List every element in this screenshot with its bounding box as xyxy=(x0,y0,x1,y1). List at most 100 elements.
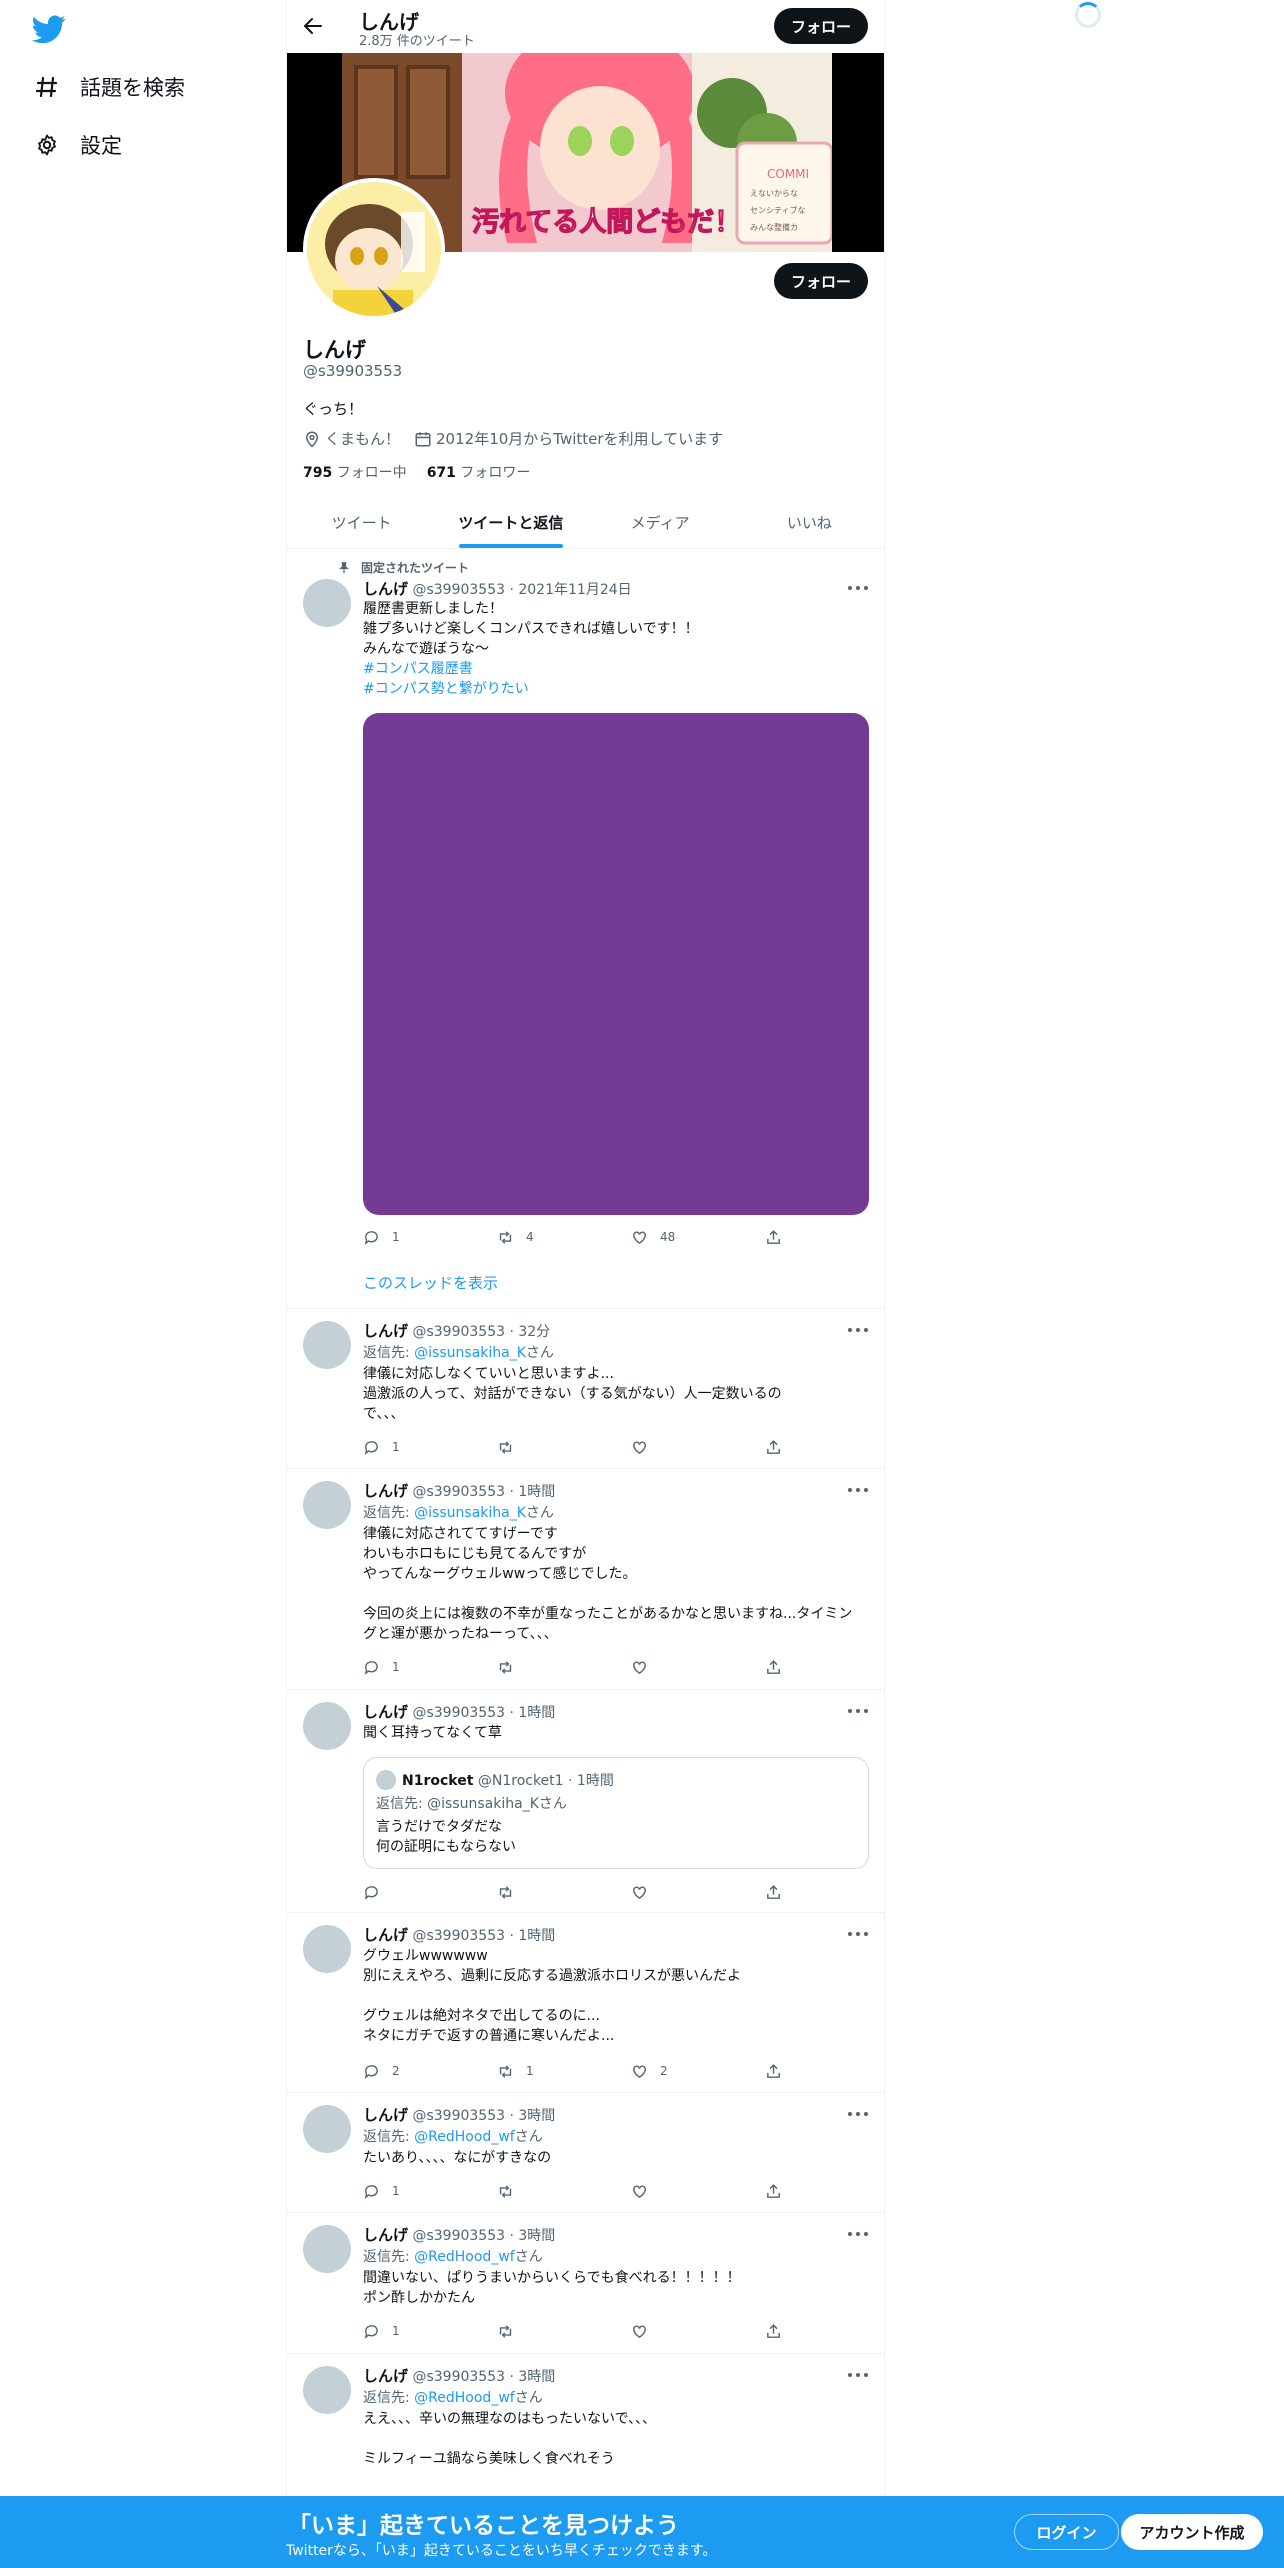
tweet-meta[interactable]: @s39903553 · 2021年11月24日 xyxy=(412,582,631,598)
share-button[interactable] xyxy=(765,1437,794,1457)
more-icon[interactable] xyxy=(848,1931,868,1937)
more-icon[interactable] xyxy=(848,1487,868,1493)
retweet-button[interactable] xyxy=(497,1882,526,1902)
reply-button[interactable]: 1 xyxy=(363,1437,400,1457)
profile-follow-button[interactable]: フォロー xyxy=(774,263,868,299)
reply-to-link[interactable]: @RedHood_wf xyxy=(414,2129,515,2145)
like-button[interactable] xyxy=(631,2321,660,2341)
reply-button[interactable]: 1 xyxy=(363,2181,400,2201)
profile-avatar[interactable] xyxy=(303,178,445,320)
tweet-avatar[interactable] xyxy=(303,2366,351,2414)
tweet-author[interactable]: しんげ xyxy=(363,1926,408,1944)
tweet-author[interactable]: しんげ xyxy=(363,1703,408,1721)
reply-to-link[interactable]: @issunsakiha_K xyxy=(414,1505,526,1521)
tweet-item[interactable]: しんげ @s39903553 · 1時間 聞く耳持ってなくて草 N1rocket… xyxy=(287,1690,884,1913)
reply-to-link[interactable]: @RedHood_wf xyxy=(414,2249,515,2265)
tweet-avatar[interactable] xyxy=(303,579,351,627)
tweet-meta[interactable]: @s39903553 · 1時間 xyxy=(412,1705,555,1721)
more-icon[interactable] xyxy=(848,2372,868,2378)
more-icon[interactable] xyxy=(848,2231,868,2237)
tweet-author[interactable]: しんげ xyxy=(363,580,408,598)
share-button[interactable] xyxy=(765,1227,794,1247)
reply-button[interactable]: 1 xyxy=(363,2321,400,2341)
tweet-author[interactable]: しんげ xyxy=(363,2367,408,2385)
share-button[interactable] xyxy=(765,2061,794,2081)
more-icon[interactable] xyxy=(848,2111,868,2117)
like-button[interactable] xyxy=(631,1657,660,1677)
retweet-button[interactable] xyxy=(497,1437,526,1457)
more-icon[interactable] xyxy=(848,1708,868,1714)
tweet-item[interactable]: しんげ @s39903553 · 3時間 返信先: @RedHood_wfさん … xyxy=(287,2354,884,2514)
share-icon xyxy=(767,2183,780,2198)
reply-button[interactable]: 1 xyxy=(363,1227,400,1247)
tab-media[interactable]: メディア xyxy=(586,496,735,548)
tweet-meta[interactable]: @s39903553 · 1時間 xyxy=(412,1484,555,1500)
nav-settings[interactable]: 設定 xyxy=(34,120,122,170)
hashtag-link[interactable]: #コンパス勢と繋がりたい xyxy=(363,681,529,697)
retweet-button[interactable] xyxy=(497,2321,526,2341)
show-thread-link[interactable]: このスレッドを表示 xyxy=(363,1272,498,1293)
reply-suffix: さん xyxy=(514,2129,543,2145)
like-button[interactable]: 2 xyxy=(631,2061,668,2081)
like-icon xyxy=(633,1440,646,1454)
header-follow-button[interactable]: フォロー xyxy=(774,8,868,44)
tweet-author[interactable]: しんげ xyxy=(363,1322,408,1340)
tweet-author[interactable]: しんげ xyxy=(363,2106,408,2124)
tweet-author[interactable]: しんげ xyxy=(363,1482,408,1500)
tweet-avatar[interactable] xyxy=(303,1702,351,1750)
tweet-meta[interactable]: @s39903553 · 32分 xyxy=(412,1324,550,1340)
following-link[interactable]: 795 フォロー中 xyxy=(303,462,407,482)
tweet-pinned[interactable]: 固定されたツイート しんげ @s39903553 · 2021年11月24日 履… xyxy=(287,549,884,1309)
tweet-author[interactable]: しんげ xyxy=(363,2226,408,2244)
more-icon[interactable] xyxy=(848,1327,868,1333)
tweet-meta[interactable]: @s39903553 · 1時間 xyxy=(412,1928,555,1944)
back-arrow-icon[interactable] xyxy=(301,14,325,38)
reply-button[interactable]: 1 xyxy=(363,1657,400,1677)
followers-link[interactable]: 671 フォロワー xyxy=(427,462,531,482)
share-button[interactable] xyxy=(765,2321,794,2341)
tweet-item[interactable]: しんげ @s39903553 · 3時間 返信先: @RedHood_wfさん … xyxy=(287,2093,884,2213)
tweet-avatar[interactable] xyxy=(303,1321,351,1369)
nav-explore[interactable]: 話題を検索 xyxy=(34,62,185,112)
like-button[interactable] xyxy=(631,2181,660,2201)
retweet-icon xyxy=(499,1885,512,1899)
quoted-tweet[interactable]: N1rocket @N1rocket1 · 1時間 返信先: @issunsak… xyxy=(363,1757,869,1869)
more-icon[interactable] xyxy=(848,585,868,591)
retweet-button[interactable]: 1 xyxy=(497,2061,534,2081)
twitter-logo-icon[interactable] xyxy=(30,12,68,46)
share-button[interactable] xyxy=(765,1657,794,1677)
tab-tweets-and-replies[interactable]: ツイートと返信 xyxy=(436,496,585,548)
tweet-item[interactable]: しんげ @s39903553 · 1時間 返信先: @issunsakiha_K… xyxy=(287,1469,884,1690)
tweet-item[interactable]: しんげ @s39903553 · 1時間 グウェルwwwwww 別にええやろ、過… xyxy=(287,1913,884,2093)
like-button[interactable] xyxy=(631,1882,660,1902)
like-button[interactable] xyxy=(631,1437,660,1457)
tab-likes[interactable]: いいね xyxy=(735,496,884,548)
signup-button[interactable]: アカウント作成 xyxy=(1121,2514,1263,2550)
like-button[interactable]: 48 xyxy=(631,1227,675,1247)
share-button[interactable] xyxy=(765,2181,794,2201)
tweet-avatar[interactable] xyxy=(303,1481,351,1529)
hashtag-link[interactable]: #コンパス履歴書 xyxy=(363,661,473,677)
retweet-button[interactable] xyxy=(497,1657,526,1677)
tab-tweets[interactable]: ツイート xyxy=(287,496,436,548)
reply-to-link[interactable]: @issunsakiha_K xyxy=(414,1345,526,1361)
tweet-meta[interactable]: @s39903553 · 3時間 xyxy=(412,2108,555,2124)
tweet-media-image[interactable] xyxy=(363,713,869,1215)
share-button[interactable] xyxy=(765,1882,794,1902)
tweet-meta[interactable]: @s39903553 · 3時間 xyxy=(412,2228,555,2244)
reply-to-link[interactable]: @RedHood_wf xyxy=(414,2390,515,2406)
tweet-item[interactable]: しんげ @s39903553 · 32分 返信先: @issunsakiha_K… xyxy=(287,1309,884,1469)
reply-button[interactable] xyxy=(363,1882,392,1902)
tweet-avatar[interactable] xyxy=(303,2105,351,2153)
retweet-button[interactable]: 4 xyxy=(497,1227,534,1247)
location-icon xyxy=(305,431,319,448)
tweet-avatar[interactable] xyxy=(303,1925,351,1973)
retweet-icon xyxy=(499,2184,512,2198)
like-count: 2 xyxy=(660,2064,668,2078)
tweet-item[interactable]: しんげ @s39903553 · 3時間 返信先: @RedHood_wfさん … xyxy=(287,2213,884,2354)
reply-button[interactable]: 2 xyxy=(363,2061,400,2081)
retweet-button[interactable] xyxy=(497,2181,526,2201)
login-button[interactable]: ログイン xyxy=(1014,2514,1119,2550)
tweet-avatar[interactable] xyxy=(303,2225,351,2273)
tweet-meta[interactable]: @s39903553 · 3時間 xyxy=(412,2369,555,2385)
